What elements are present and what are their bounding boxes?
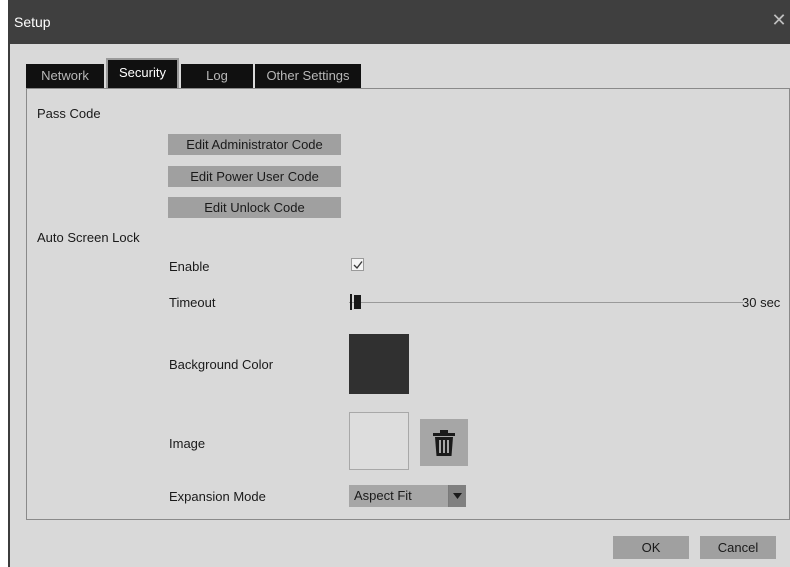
delete-image-button[interactable] — [420, 419, 468, 466]
trash-icon — [433, 430, 455, 456]
image-label: Image — [169, 436, 206, 451]
ok-button[interactable]: OK — [613, 536, 689, 559]
timeout-label: Timeout — [169, 295, 216, 310]
expansion-mode-value: Aspect Fit — [354, 488, 412, 503]
window-title: Setup — [14, 14, 51, 30]
enable-checkbox[interactable] — [351, 258, 364, 271]
caret-down-icon[interactable] — [448, 485, 466, 507]
timeout-slider-thumb[interactable] — [350, 294, 361, 310]
tab-security[interactable]: Security — [106, 58, 179, 88]
auto-screen-lock-heading: Auto Screen Lock — [37, 230, 140, 245]
background-color-swatch[interactable] — [349, 334, 409, 394]
checkmark-icon — [353, 261, 363, 270]
expansion-mode-dropdown[interactable]: Aspect Fit — [349, 485, 466, 507]
setup-dialog: Setup ✕ Network Security Log Other Setti… — [8, 0, 790, 567]
edit-unlock-code-button[interactable]: Edit Unlock Code — [168, 197, 341, 218]
timeout-value: 30 sec — [742, 295, 781, 310]
timeout-slider-track[interactable] — [349, 302, 743, 303]
tab-other-settings[interactable]: Other Settings — [255, 64, 361, 88]
edit-power-user-code-button[interactable]: Edit Power User Code — [168, 166, 341, 187]
tab-log[interactable]: Log — [181, 64, 253, 88]
tab-network[interactable]: Network — [26, 64, 104, 88]
enable-label: Enable — [169, 259, 210, 274]
image-preview[interactable] — [349, 412, 409, 470]
title-bar[interactable]: Setup ✕ — [10, 0, 790, 44]
background-color-label: Background Color — [169, 357, 274, 372]
cancel-button[interactable]: Cancel — [700, 536, 776, 559]
security-panel: Pass Code Edit Administrator Code Edit P… — [26, 88, 790, 520]
expansion-mode-label: Expansion Mode — [169, 489, 266, 504]
edit-administrator-code-button[interactable]: Edit Administrator Code — [168, 134, 341, 155]
close-icon[interactable]: ✕ — [770, 10, 788, 30]
pass-code-heading: Pass Code — [37, 106, 101, 121]
